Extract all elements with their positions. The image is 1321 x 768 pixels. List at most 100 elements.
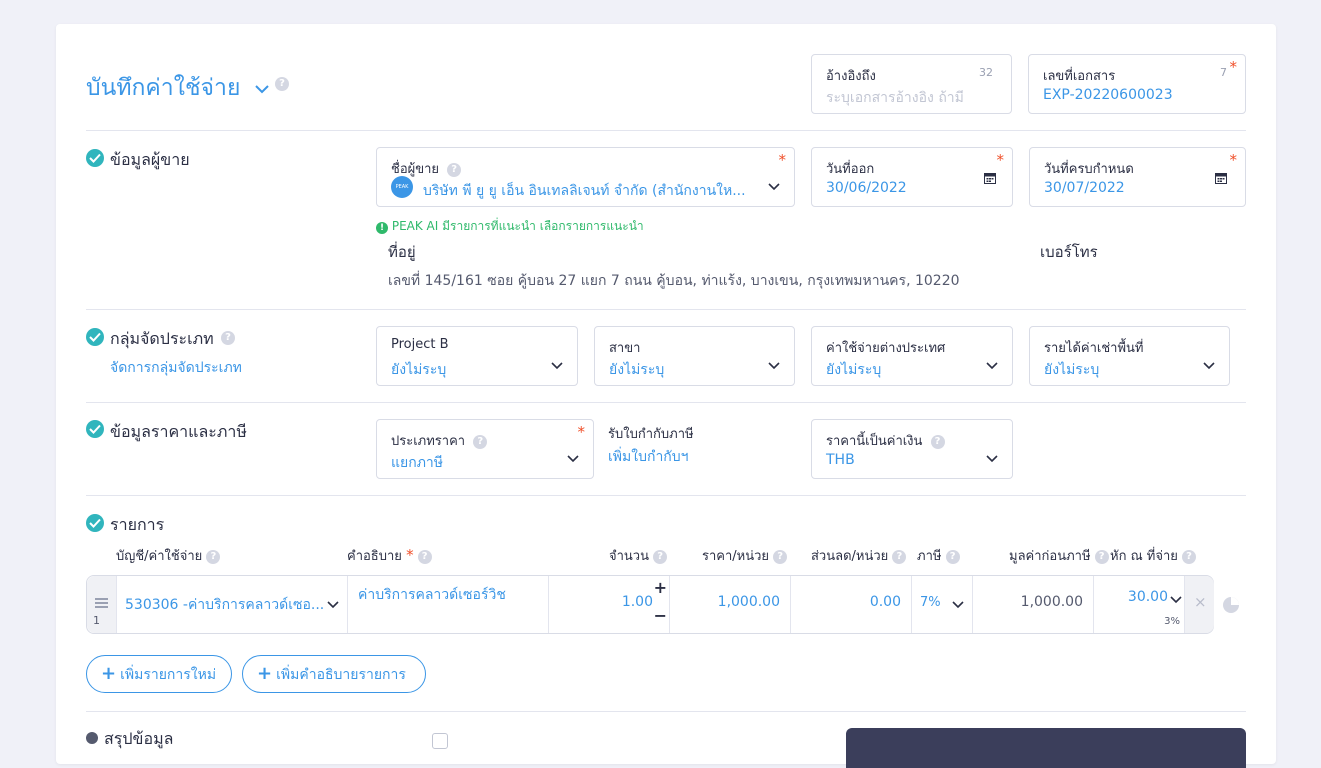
help-icon[interactable]: ? — [473, 434, 488, 449]
doc-number-field[interactable]: เลขที่เอกสาร 7 * EXP-20220600023 — [1028, 54, 1246, 114]
col-header-text: คำอธิบาย — [347, 549, 402, 564]
info-icon: ! — [376, 222, 388, 234]
account-cell[interactable]: 530306 -ค่าบริการคลาวด์เซอ... — [117, 576, 348, 633]
ai-hint[interactable]: ! PEAK AI มีรายการที่แนะนำ เลือกรายการแน… — [376, 217, 644, 236]
help-icon[interactable]: ? — [892, 549, 907, 564]
quantity-value: 1.00 — [621, 594, 653, 610]
due-date-value[interactable]: 30/07/2022 — [1044, 180, 1125, 196]
required-mark: * — [406, 546, 414, 564]
help-icon[interactable]: ? — [653, 549, 668, 564]
col-header-text: หัก ณ ที่จ่าย — [1110, 549, 1178, 564]
vendor-section-title: ข้อมูลผู้ขาย — [110, 150, 190, 169]
due-date-field[interactable]: วันที่ครบกำหนด * 30/07/2022 — [1029, 147, 1246, 207]
issue-date-field[interactable]: วันที่ออก * 30/06/2022 — [811, 147, 1013, 207]
col-header-text: บัญชี/ค่าใช้จ่าย — [116, 549, 203, 564]
class-field-value: ยังไม่ระบุ — [609, 362, 665, 378]
close-icon[interactable]: × — [1194, 593, 1207, 611]
help-icon[interactable]: ? — [206, 549, 221, 564]
expense-form-card: บันทึกค่าใช้จ่าย ? อ้างอิงถึง 32 ระบุเอก… — [56, 24, 1276, 768]
help-icon[interactable]: ? — [945, 549, 960, 564]
chevron-down-icon — [986, 362, 998, 370]
plus-icon: + — [257, 663, 273, 684]
col-header-text: ภาษี — [917, 549, 942, 564]
checkbox[interactable] — [432, 733, 448, 749]
chevron-down-icon — [986, 455, 998, 463]
currency-label: ราคานี้เป็นค่าเงิน — [826, 434, 923, 449]
help-icon[interactable]: ? — [221, 331, 235, 345]
chevron-down-icon — [255, 84, 269, 93]
decrement-icon[interactable]: − — [654, 606, 667, 625]
price-type-label: ประเภทราคา — [391, 434, 466, 449]
discount-value: 0.00 — [869, 594, 901, 610]
class-field-project[interactable]: Project B ยังไม่ระบุ — [376, 326, 578, 386]
calendar-icon[interactable] — [1215, 172, 1227, 184]
class-field-branch[interactable]: สาขา ยังไม่ระบุ — [594, 326, 795, 386]
class-field-rent[interactable]: รายได้ค่าเช่าพื้นที่ ยังไม่ระบุ — [1029, 326, 1230, 386]
vendor-select[interactable]: ชื่อผู้ขาย ? * PEAK บริษัท พี ยู ยู เอ็น… — [376, 147, 795, 207]
discount-cell[interactable]: 0.00 — [791, 576, 912, 633]
reference-counter: 32 — [979, 66, 993, 79]
price-type-select[interactable]: ประเภทราคา ? * แยกภาษี — [376, 419, 594, 479]
description-cell[interactable]: ค่าบริการคลาวด์เซอร์วิช — [348, 576, 549, 633]
class-field-value: ยังไม่ระบุ — [1044, 362, 1100, 378]
doc-number-counter: 7 — [1220, 66, 1227, 79]
divider — [86, 402, 1246, 403]
table-row: 1 530306 -ค่าบริการคลาวด์เซอ... ค่าบริกา… — [86, 575, 1214, 634]
help-icon[interactable]: ? — [275, 77, 289, 91]
currency-select[interactable]: ราคานี้เป็นค่าเงิน ? THB — [811, 419, 1013, 479]
manage-classification-link[interactable]: จัดการกลุ่มจัดประเภท — [110, 357, 242, 379]
col-header-discount: ส่วนลด/หน่วย ? — [811, 545, 907, 566]
summary-section-title: สรุปข้อมูล — [104, 729, 174, 748]
col-header-quantity: จำนวน ? — [609, 545, 668, 566]
check-circle-icon — [86, 328, 104, 346]
increment-icon[interactable]: + — [654, 578, 667, 597]
help-icon[interactable]: ? — [773, 549, 788, 564]
unit-price-value: 1,000.00 — [717, 594, 780, 610]
chevron-down-icon — [551, 362, 563, 370]
classification-section-title: กลุ่มจัดประเภท — [110, 329, 214, 348]
class-field-label: Project B — [391, 337, 449, 352]
divider — [86, 309, 1246, 310]
required-mark: * — [996, 151, 1005, 169]
help-icon[interactable]: ? — [447, 162, 462, 177]
add-description-label: เพิ่มคำอธิบายรายการ — [276, 667, 406, 683]
reference-input[interactable]: ระบุเอกสารอ้างอิง ถ้ามี — [826, 87, 964, 109]
add-item-button[interactable]: + เพิ่มรายการใหม่ — [86, 655, 232, 693]
page-title[interactable]: บันทึกค่าใช้จ่าย — [86, 70, 270, 106]
issue-date-label: วันที่ออก — [826, 162, 875, 177]
help-icon[interactable]: ? — [1094, 549, 1109, 564]
pie-chart-icon[interactable] — [1222, 596, 1240, 614]
required-mark: * — [577, 423, 586, 441]
help-icon[interactable]: ? — [1182, 549, 1197, 564]
due-date-label: วันที่ครบกำหนด — [1044, 162, 1134, 177]
chevron-down-icon — [1170, 596, 1182, 604]
remove-cell[interactable]: × — [1185, 576, 1214, 633]
chevron-down-icon — [327, 601, 339, 609]
withholding-cell[interactable]: 30.00 3% — [1094, 576, 1185, 633]
required-mark: * — [778, 151, 787, 169]
check-circle-icon — [86, 514, 104, 532]
phone-label: เบอร์โทร — [1040, 243, 1098, 261]
help-icon[interactable]: ? — [417, 549, 432, 564]
add-tax-invoice-link[interactable]: เพิ่มใบกำกับฯ — [608, 446, 689, 468]
price-type-label-wrap: ประเภทราคา ? — [391, 430, 488, 451]
reference-field[interactable]: อ้างอิงถึง 32 ระบุเอกสารอ้างอิง ถ้ามี — [811, 54, 1012, 114]
doc-number-input[interactable]: EXP-20220600023 — [1043, 87, 1173, 103]
reference-label: อ้างอิงถึง — [826, 69, 876, 84]
vat-cell[interactable]: 7% — [912, 576, 973, 633]
add-description-button[interactable]: + เพิ่มคำอธิบายรายการ — [242, 655, 426, 693]
help-icon[interactable]: ? — [930, 434, 945, 449]
col-header-withholding: หัก ณ ที่จ่าย ? — [1110, 545, 1197, 566]
withholding-rate: 3% — [1164, 616, 1180, 627]
unit-price-cell[interactable]: 1,000.00 — [670, 576, 791, 633]
chevron-down-icon — [1203, 362, 1215, 370]
col-header-account: บัญชี/ค่าใช้จ่าย ? — [116, 545, 221, 566]
calendar-icon[interactable] — [984, 172, 996, 184]
class-field-foreign[interactable]: ค่าใช้จ่ายต่างประเทศ ยังไม่ระบุ — [811, 326, 1013, 386]
vendor-label: ชื่อผู้ขาย — [391, 162, 440, 177]
issue-date-value[interactable]: 30/06/2022 — [826, 180, 907, 196]
amount-cell: 1,000.00 — [973, 576, 1094, 633]
quantity-cell[interactable]: 1.00 + − — [549, 576, 670, 633]
drag-handle-icon[interactable] — [95, 598, 108, 608]
row-handle-cell[interactable]: 1 — [87, 576, 117, 633]
